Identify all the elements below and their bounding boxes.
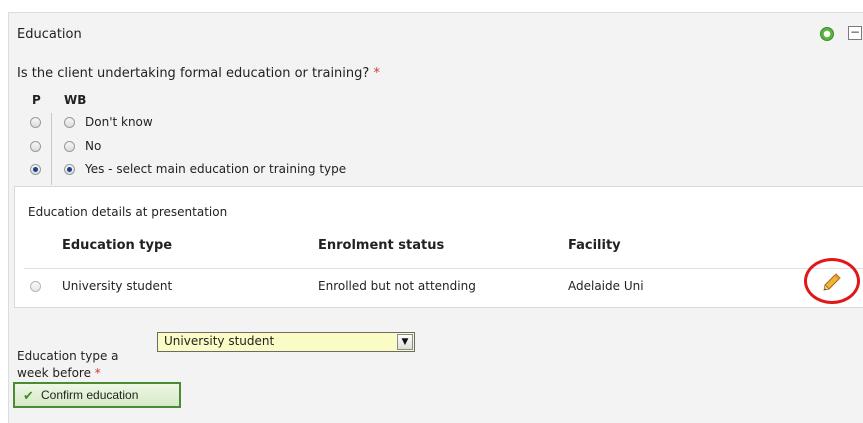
cell-facility: Adelaide Uni [568,279,644,293]
radio-p-dont-know[interactable] [30,117,41,128]
confirm-education-button[interactable]: ✔ Confirm education [13,382,181,408]
pencil-icon[interactable] [822,272,842,292]
collapse-button[interactable]: − [848,26,862,40]
details-title: Education details at presentation [28,205,228,219]
column-header-p: P [32,93,41,107]
radio-wb-no[interactable] [64,141,75,152]
table-divider [24,268,863,269]
radio-wb-yes[interactable] [64,164,75,175]
chevron-down-icon[interactable]: ▼ [397,334,413,350]
section-title: Education [17,27,82,42]
table-row-radio[interactable] [30,281,41,292]
question-text: Is the client undertaking formal educati… [17,66,380,81]
header-enrolment-status: Enrolment status [318,238,445,253]
education-type-select[interactable]: University student ▼ [157,332,415,352]
option-label-dont-know: Don't know [85,115,153,129]
week-before-label: Education type a week before * [17,349,119,380]
option-label-no: No [85,139,102,153]
column-header-wb: WB [64,93,87,107]
status-complete-icon [820,27,834,41]
cell-education-type: University student [62,279,173,293]
column-divider [51,113,52,185]
option-label-yes: Yes - select main education or training … [85,162,347,176]
cell-enrolment-status: Enrolled but not attending [318,279,476,293]
checkmark-icon: ✔ [23,388,34,403]
select-value: University student [164,334,275,348]
header-facility: Facility [568,238,621,253]
radio-wb-dont-know[interactable] [64,117,75,128]
radio-p-yes[interactable] [30,164,41,175]
radio-p-no[interactable] [30,141,41,152]
header-education-type: Education type [62,238,173,253]
